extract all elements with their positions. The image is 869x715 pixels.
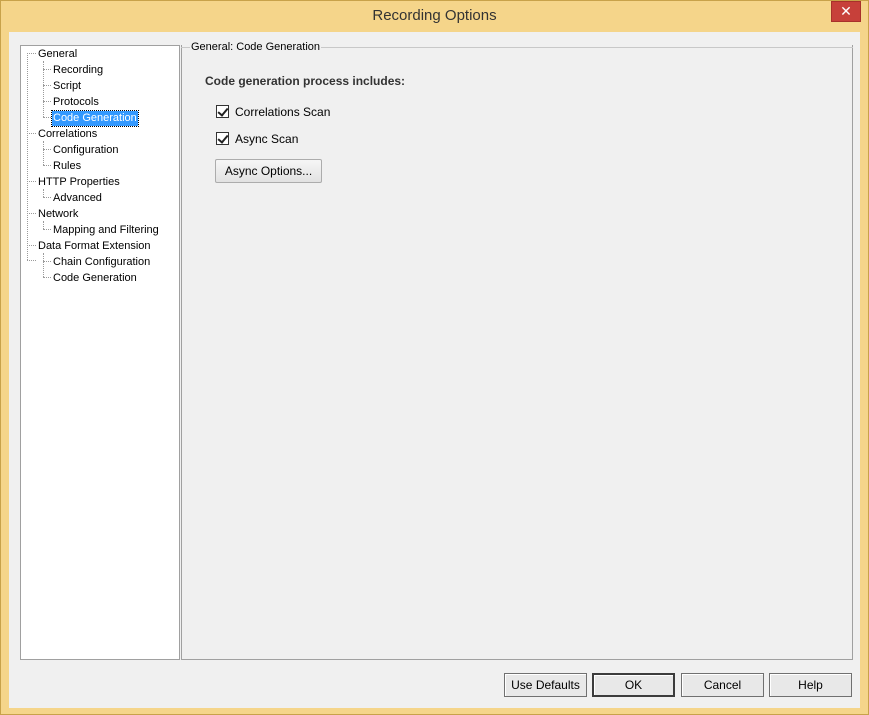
- async-options-button[interactable]: Async Options...: [215, 159, 322, 183]
- group-title: General: Code Generation: [190, 41, 322, 53]
- tree-item-dfe-code-generation[interactable]: Code Generation: [52, 271, 138, 286]
- cancel-button[interactable]: Cancel: [681, 673, 764, 697]
- async-scan-label: Async Scan: [235, 132, 299, 146]
- tree-item-advanced[interactable]: Advanced: [52, 191, 103, 206]
- tree-item-configuration[interactable]: Configuration: [52, 143, 119, 158]
- tree-item-protocols[interactable]: Protocols: [52, 95, 100, 110]
- ok-button[interactable]: OK: [592, 673, 675, 697]
- title-bar[interactable]: Recording Options ✕: [1, 1, 868, 33]
- async-scan-checkbox[interactable]: [216, 132, 229, 146]
- async-scan-option[interactable]: Async Scan: [216, 131, 298, 147]
- tree-item-rules[interactable]: Rules: [52, 159, 82, 174]
- recording-options-window: Recording Options ✕ General Recording Sc…: [0, 0, 869, 715]
- close-icon[interactable]: ✕: [831, 1, 861, 22]
- options-tree[interactable]: General Recording Script Protocols Code …: [20, 45, 180, 660]
- dialog-client-area: General Recording Script Protocols Code …: [9, 32, 860, 708]
- tree-item-network[interactable]: Network: [37, 207, 79, 222]
- section-heading: Code generation process includes:: [205, 74, 406, 88]
- tree-item-mapping-and-filtering[interactable]: Mapping and Filtering: [52, 223, 160, 238]
- tree-item-chain-configuration[interactable]: Chain Configuration: [52, 255, 151, 270]
- tree-item-correlations[interactable]: Correlations: [37, 127, 98, 142]
- use-defaults-button[interactable]: Use Defaults: [504, 673, 587, 697]
- tree-item-http-properties[interactable]: HTTP Properties: [37, 175, 121, 190]
- tree-item-general[interactable]: General: [37, 47, 78, 62]
- correlations-scan-option[interactable]: Correlations Scan: [216, 104, 330, 120]
- correlations-scan-label: Correlations Scan: [235, 105, 331, 119]
- window-title: Recording Options: [372, 7, 497, 24]
- help-button[interactable]: Help: [769, 673, 852, 697]
- tree-item-data-format-extension[interactable]: Data Format Extension: [37, 239, 152, 254]
- tree-item-recording[interactable]: Recording: [52, 63, 104, 78]
- tree-item-script[interactable]: Script: [52, 79, 82, 94]
- tree-item-general-code-generation[interactable]: Code Generation: [51, 110, 139, 127]
- correlations-scan-checkbox[interactable]: [216, 105, 229, 119]
